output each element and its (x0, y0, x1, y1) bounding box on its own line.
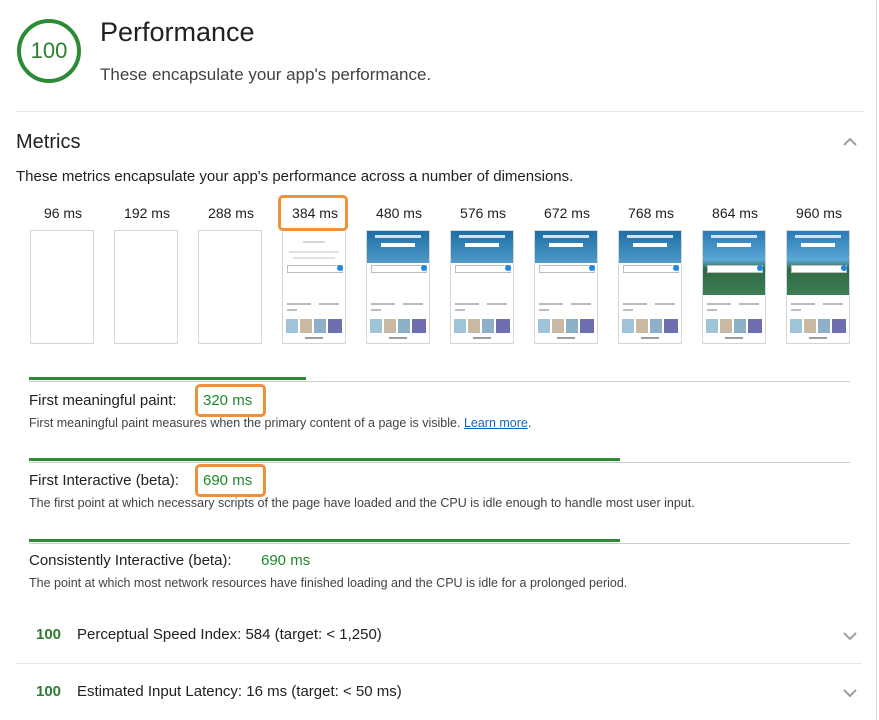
frame-thumbnail (702, 230, 766, 344)
metric-value: 690 ms (261, 552, 311, 569)
frame-thumbnail (366, 230, 430, 344)
frame-timestamp: 480 ms (376, 205, 422, 221)
frame-timestamp: 960 ms (796, 205, 842, 221)
metric-help: The first point at which necessary scrip… (29, 496, 695, 510)
chevron-up-icon[interactable] (840, 132, 860, 152)
frame-timestamp: 672 ms (544, 205, 590, 221)
frame-timestamp: 576 ms (460, 205, 506, 221)
frame-timestamp: 864 ms (712, 205, 758, 221)
frame-highlight-box (278, 195, 348, 231)
frame-thumbnail (618, 230, 682, 344)
filmstrip-frame: 96 ms (25, 200, 101, 344)
filmstrip-frame: 672 ms (529, 200, 605, 344)
audit-label: Estimated Input Latency: 16 ms (target: … (77, 683, 402, 700)
category-title: Performance (100, 17, 255, 47)
metric-timeline-track (29, 381, 850, 382)
audit-estimated-input-latency[interactable]: 100 Estimated Input Latency: 16 ms (targ… (16, 673, 862, 713)
metric-timeline-bar (29, 539, 620, 542)
frame-thumbnail (198, 230, 262, 344)
metric-timeline-bar (29, 458, 620, 461)
panel-border (876, 0, 877, 720)
frame-timestamp: 96 ms (43, 205, 83, 221)
audit-divider (16, 663, 862, 664)
audit-score: 100 (36, 683, 62, 700)
score-gauge: 100 (16, 18, 82, 84)
filmstrip-frame: 576 ms (445, 200, 521, 344)
metric-label: First Interactive (beta): (29, 472, 180, 489)
frame-timestamp: 768 ms (628, 205, 674, 221)
frame-thumbnail (534, 230, 598, 344)
audit-score: 100 (36, 626, 62, 643)
audit-perceptual-speed-index[interactable]: 100 Perceptual Speed Index: 584 (target:… (16, 616, 862, 656)
filmstrip-frame: 864 ms (697, 200, 773, 344)
filmstrip-frame: 288 ms (193, 200, 269, 344)
metric-label: Consistently Interactive (beta): (29, 552, 232, 569)
metric-timeline-bar (29, 377, 306, 380)
metric-help-text: First meaningful paint measures when the… (29, 416, 532, 430)
frame-thumbnail (786, 230, 850, 344)
metric-help: The point at which most network resource… (29, 576, 628, 590)
audit-label: Perceptual Speed Index: 584 (target: < 1… (77, 626, 382, 643)
metrics-description: These metrics encapsulate your app's per… (16, 168, 574, 185)
metric-help: First meaningful paint measures when the… (29, 416, 461, 430)
filmstrip-frame: 480 ms (361, 200, 437, 344)
value-highlight-box (195, 464, 266, 497)
metrics-title: Metrics (16, 131, 81, 153)
frame-thumbnail (282, 230, 346, 344)
value-highlight-box (195, 384, 266, 417)
frame-thumbnail (30, 230, 94, 344)
frame-timestamp: 288 ms (208, 205, 254, 221)
frame-thumbnail (450, 230, 514, 344)
header-divider (16, 111, 864, 112)
filmstrip-frame: 960 ms (781, 200, 857, 344)
category-description: These encapsulate your app's performance… (100, 65, 432, 84)
metric-label: First meaningful paint: (29, 392, 177, 409)
frame-thumbnail (114, 230, 178, 344)
metric-timeline-track (29, 543, 850, 544)
frame-timestamp: 192 ms (124, 205, 170, 221)
metric-timeline-track (29, 462, 850, 463)
filmstrip-frame: 192 ms (109, 200, 185, 344)
chevron-down-icon[interactable] (840, 683, 860, 703)
filmstrip-frame: 768 ms (613, 200, 689, 344)
chevron-down-icon[interactable] (840, 626, 860, 646)
gauge-score: 100 (30, 38, 68, 63)
learn-more-link[interactable]: Learn more (464, 416, 528, 430)
